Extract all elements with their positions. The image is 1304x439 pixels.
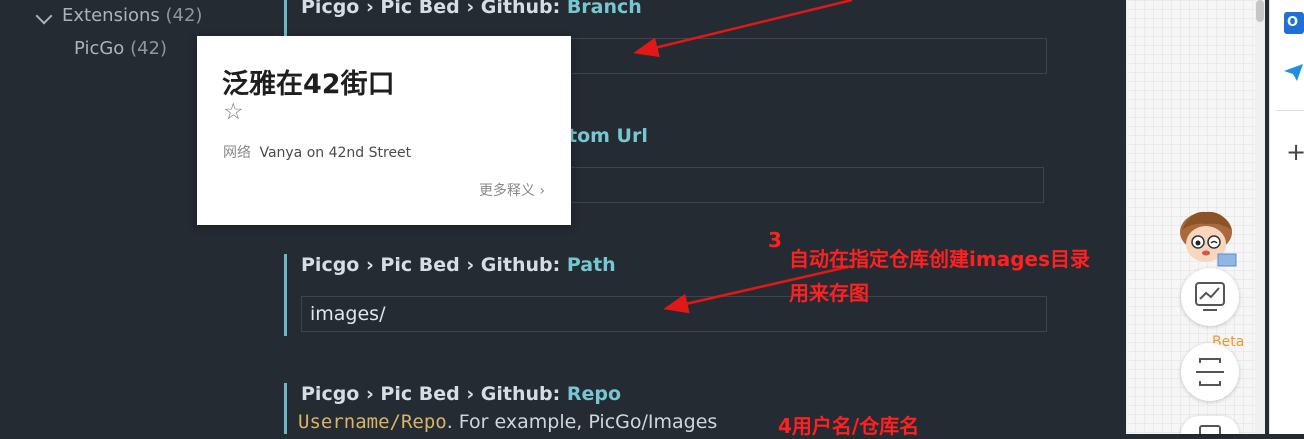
annotation-step3-line1: 自动在指定仓库创建images目录 [789,247,1090,271]
annotation-step3-number: 3 [768,228,782,252]
annotation-step3-line2: 用来存图 [789,281,869,305]
arrow-to-branch [633,0,853,57]
annotation-step4: 4用户名/仓库名 [778,414,920,438]
scrollbar-thumb[interactable] [1256,0,1264,22]
scrollbar-track[interactable] [1255,0,1265,434]
strip-divider [1276,110,1304,111]
stats-button[interactable] [1181,268,1239,326]
outlook-icon[interactable]: O [1284,12,1304,34]
scan-button[interactable] [1181,343,1239,401]
tool-icon [1199,425,1221,437]
scan-frame-icon [1196,358,1224,386]
annotation-arrows [633,0,853,314]
add-icon[interactable]: + [1286,140,1304,164]
send-plane-icon[interactable] [1283,62,1304,83]
chart-monitor-icon [1195,282,1225,311]
more-tool-button[interactable] [1181,416,1239,437]
